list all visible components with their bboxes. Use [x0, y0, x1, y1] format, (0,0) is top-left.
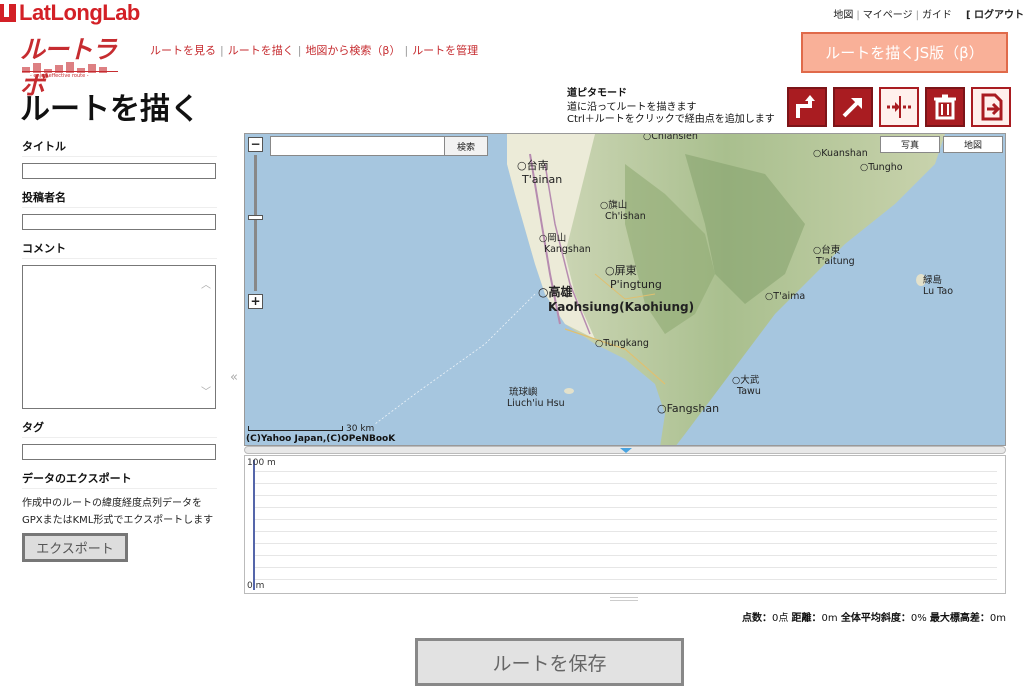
- place-label: ○高雄 Kaohsiung(Kaohiung): [538, 285, 695, 314]
- elevation-chart: 100 m 0 m: [244, 455, 1006, 594]
- place-label: ○Tungho: [860, 162, 903, 173]
- route-form: タイトル 投稿者名 コメント ︿ ﹀ タグ データのエクスポート 作成中のルート…: [22, 138, 217, 562]
- map-splitter[interactable]: [244, 446, 1006, 454]
- split-point-icon[interactable]: [879, 87, 919, 127]
- place-label: ○T'aima: [765, 291, 806, 302]
- nav-draw-route[interactable]: ルートを描く: [228, 44, 294, 57]
- brand-mark-icon: [0, 4, 16, 22]
- elevation-min-label: 0 m: [247, 581, 265, 591]
- resize-handle[interactable]: [610, 597, 638, 601]
- map-scale: 30 km: [248, 424, 374, 434]
- title-label: タイトル: [22, 138, 217, 157]
- place-label: ○台南 T'ainan: [517, 159, 563, 186]
- export-description: 作成中のルートの緯度経度点列データをGPXまたはKML形式でエクスポートします: [22, 498, 214, 526]
- main-nav: ルートを見る | ルートを描く | 地図から検索（β） | ルートを管理: [150, 44, 479, 57]
- place-label: 緑島 Lu Tao: [923, 275, 954, 297]
- place-label: ○大武 Tawu: [732, 375, 761, 397]
- map-search-input[interactable]: [270, 136, 445, 156]
- map-type-photo[interactable]: 写真: [880, 136, 940, 153]
- scroll-up-icon[interactable]: ︿: [201, 276, 211, 291]
- mode-description-1: 道に沿ってルートを描きます: [567, 102, 697, 113]
- logo-tagline: - enjoy effective route -: [30, 73, 89, 79]
- mode-info: 道ピタモード 道に沿ってルートを描きます Ctrl＋ルートをクリックで経由点を追…: [567, 88, 775, 126]
- place-label: ○岡山 Kangshan: [539, 233, 591, 255]
- zoom-control: − +: [248, 137, 263, 309]
- nav-map-search[interactable]: 地図から検索（β）: [305, 44, 400, 57]
- map-copyright: (C)Yahoo Japan,(C)OPeNBooK: [246, 434, 396, 444]
- toggle-arrow-icon[interactable]: [620, 448, 632, 453]
- comment-label: コメント: [22, 240, 217, 259]
- export-button[interactable]: エクスポート: [22, 533, 128, 562]
- place-label: ○Kuanshan: [813, 148, 868, 159]
- place-label: ○旗山 Ch'ishan: [600, 200, 646, 222]
- trash-icon[interactable]: [925, 87, 965, 127]
- place-label: ○Chiansien: [643, 133, 698, 142]
- place-label: ○Fangshan: [657, 402, 720, 415]
- tag-label: タグ: [22, 419, 217, 438]
- collapse-panel-icon[interactable]: «: [230, 370, 238, 385]
- elevation-max-label: 100 m: [247, 458, 276, 468]
- toplink-mypage[interactable]: マイページ: [863, 10, 913, 21]
- top-links: 地図 | マイページ | ガイド[ ログアウト: [833, 10, 1024, 21]
- title-input[interactable]: [22, 163, 216, 179]
- save-route-button[interactable]: ルートを保存: [415, 638, 684, 686]
- js-version-button[interactable]: ルートを描くJS版（β）: [801, 32, 1008, 73]
- brand-name: LatLongLab: [19, 0, 140, 25]
- scroll-down-icon[interactable]: ﹀: [201, 383, 211, 398]
- page-title: ルートを描く: [20, 92, 200, 127]
- zoom-in-button[interactable]: +: [248, 294, 263, 309]
- mode-title: 道ピタモード: [567, 88, 627, 99]
- toplink-map[interactable]: 地図: [833, 10, 853, 21]
- nav-view-routes[interactable]: ルートを見る: [150, 44, 216, 57]
- routelab-logo[interactable]: ルートラボ - enjoy effective route -: [20, 30, 132, 100]
- map-type-map[interactable]: 地図: [943, 136, 1003, 153]
- zoom-out-button[interactable]: −: [248, 137, 263, 152]
- map-search-button[interactable]: 検索: [444, 136, 488, 156]
- zoom-track[interactable]: [254, 155, 257, 291]
- straight-line-icon[interactable]: [833, 87, 873, 127]
- place-label: ○台東 T'aitung: [813, 245, 855, 267]
- city-skyline-icon: [22, 60, 118, 73]
- export-heading: データのエクスポート: [22, 470, 217, 489]
- author-label: 投稿者名: [22, 189, 217, 208]
- place-label: 琉球嶼 Liuch'iu Hsu: [507, 387, 565, 409]
- tag-input[interactable]: [22, 444, 216, 460]
- route-stats: 点数：0点 距離：0m 全体平均斜度：0% 最大標高差：0m: [741, 613, 1006, 624]
- route-map[interactable]: − + 検索 写真 地図 ○Chiansien ○台南 T'ainan ○旗山 Ch…: [244, 133, 1006, 446]
- comment-textarea[interactable]: ︿ ﹀: [22, 265, 216, 409]
- road-snap-icon[interactable]: [787, 87, 827, 127]
- route-tools: [787, 87, 1011, 127]
- elevation-cursor: [253, 460, 255, 590]
- author-input[interactable]: [22, 214, 216, 230]
- logout-link[interactable]: [ ログアウト: [966, 10, 1024, 21]
- zoom-slider-handle[interactable]: [248, 215, 263, 220]
- place-label: ○Tungkang: [595, 338, 649, 349]
- mode-description-2: Ctrl＋ルートをクリックで経由点を追加します: [567, 114, 775, 125]
- toplink-guide[interactable]: ガイド: [922, 10, 952, 21]
- nav-manage-routes[interactable]: ルートを管理: [412, 44, 478, 57]
- brand-logo[interactable]: LatLongLab: [0, 0, 140, 26]
- import-file-icon[interactable]: [971, 87, 1011, 127]
